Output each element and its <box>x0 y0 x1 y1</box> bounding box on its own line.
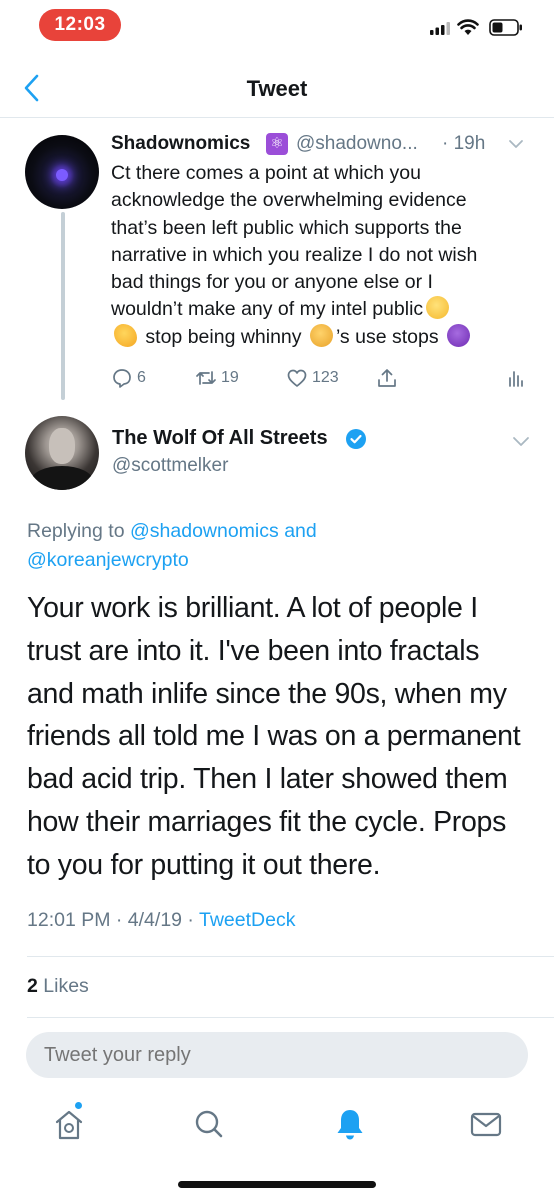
retweet-count: 19 <box>221 369 239 386</box>
notifications-icon[interactable] <box>330 1104 370 1144</box>
parent-tweet-author-name[interactable]: Shadownomics <box>111 133 250 155</box>
tweet-text-line: Ct there comes a point at which you <box>111 162 421 184</box>
analytics-icon <box>509 371 523 387</box>
retweet-icon <box>196 371 216 385</box>
parent-tweet-text: Ct there comes a point at which you ackn… <box>111 160 521 351</box>
tweet-text-line: acknowledge the overwhelming evidence <box>111 189 467 212</box>
main-tweet-author-name[interactable]: The Wolf Of All Streets <box>112 427 328 450</box>
tweet-text-line: wouldn’t make any of my intel public <box>111 296 521 323</box>
verified-badge-icon <box>346 429 366 449</box>
tweet-timestamp-row: 12:01 PM · 4/4/19 · TweetDeck <box>27 909 295 932</box>
page-title: Tweet <box>246 76 308 101</box>
home-indicator-bar[interactable] <box>178 1181 376 1188</box>
atom-emoji-icon: ⚛ <box>266 133 288 155</box>
tweet-text-line: Your work is brilliant. A lot of people … <box>27 592 478 624</box>
tweet-text-line: how their marriages fit the cycle. Props <box>27 805 507 838</box>
likes-summary[interactable]: 2 Likes <box>27 975 89 998</box>
tweet-timestamp: 12:01 PM · 4/4/19 · <box>27 909 194 931</box>
reply-mention-link[interactable]: @koreanjewcrypto <box>27 549 189 571</box>
share-button[interactable] <box>376 364 402 392</box>
messages-icon[interactable] <box>466 1104 506 1144</box>
likes-label: Likes <box>43 975 89 997</box>
parent-tweet-header: Shadownomics ⚛ @shadowno... · 19h <box>111 131 531 159</box>
smiling-devil-emoji-icon <box>447 323 470 347</box>
tweet-text-segment: stop being whinny <box>145 325 302 348</box>
tweet-reply-input[interactable] <box>26 1032 528 1078</box>
heart-icon <box>287 369 307 387</box>
pointing-hand-emoji-icon <box>114 323 137 347</box>
thread-connector-line <box>61 212 65 400</box>
retweet-button[interactable]: 19 <box>195 364 239 392</box>
parent-tweet-time: · 19h <box>442 133 486 154</box>
parent-tweet-actions: 6 19 123 <box>111 364 523 392</box>
reply-mention-link[interactable]: @shadownomics <box>130 520 279 542</box>
status-time[interactable]: 12:03 <box>39 9 121 41</box>
search-icon[interactable] <box>189 1104 229 1144</box>
chevron-down-icon[interactable] <box>508 136 524 152</box>
tweet-text-line: and math inlife since the 90s, when my <box>27 677 507 710</box>
tweet-text-line: friends all told me I was on a permanent <box>27 720 521 753</box>
wifi-icon <box>457 19 479 35</box>
main-tweet-text: Your work is brilliant. A lot of people … <box>27 587 532 887</box>
new-content-indicator <box>75 1102 82 1109</box>
unamused-face-emoji-icon <box>426 296 450 320</box>
navigation-bar: Tweet <box>0 60 554 118</box>
main-tweet-avatar[interactable] <box>25 416 99 490</box>
tweet-text-line: narrative in which you realize I do not … <box>111 243 478 266</box>
tweet-text-line: that’s been left public which supports t… <box>111 216 462 239</box>
chevron-down-icon[interactable] <box>512 432 530 450</box>
tweet-text-segment: ’s use stops <box>335 325 439 348</box>
tweet-text-segment: wouldn’t make any of my intel public <box>111 298 424 321</box>
parent-tweet-handle[interactable]: @shadowno... <box>296 133 418 155</box>
parent-tweet-avatar[interactable] <box>25 135 99 209</box>
tweet-text-line: trust are into it. I've been into fracta… <box>27 634 480 667</box>
tweet-text-line: to you for putting it out there. <box>27 848 381 881</box>
reply-and-text: and <box>284 520 317 542</box>
likes-count: 2 <box>27 975 38 997</box>
heart-eyes-cat-emoji-icon <box>309 323 333 347</box>
tweet-text-line: bad things for you or anyone else or I <box>111 271 433 294</box>
reply-icon <box>113 369 131 388</box>
divider <box>27 1017 554 1018</box>
status-bar: 12:03 <box>0 0 554 52</box>
divider <box>27 956 554 957</box>
replying-to-label: Replying to @shadownomics and @koreanjew… <box>27 517 527 575</box>
like-button[interactable]: 123 <box>286 364 339 392</box>
battery-icon <box>489 19 522 36</box>
tweet-text-line: stop being whinny ’s use stops <box>111 323 521 351</box>
main-tweet-handle[interactable]: @scottmelker <box>112 455 228 477</box>
tweet-text-line: bad acid trip. Then I later showed them <box>27 763 508 796</box>
share-icon <box>378 369 396 387</box>
analytics-button[interactable] <box>505 364 531 392</box>
cellular-signal-icon <box>430 22 450 35</box>
reply-count: 6 <box>137 369 146 386</box>
home-icon[interactable] <box>49 1104 89 1144</box>
tweet-source-link[interactable]: TweetDeck <box>199 909 295 931</box>
like-count: 123 <box>312 369 339 386</box>
replying-prefix: Replying to <box>27 520 125 542</box>
reply-button[interactable]: 6 <box>111 364 146 392</box>
